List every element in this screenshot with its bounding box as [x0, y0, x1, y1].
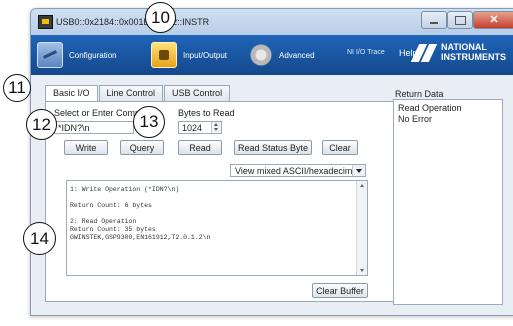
spinner-arrows-icon[interactable]	[211, 122, 221, 133]
return-data-title: Return Data	[395, 89, 444, 99]
app-icon	[38, 15, 53, 29]
callout-12: 12	[26, 109, 57, 140]
toolbar-advanced-label: Advanced	[279, 50, 315, 60]
input-output-icon	[151, 42, 177, 68]
ni-eagle-icon	[411, 44, 435, 62]
return-data-line: No Error	[398, 114, 433, 124]
tab-basic-io[interactable]: Basic I/O	[45, 85, 98, 102]
window-title: USB0::0x2184::0x001B::...::12::INSTR	[56, 17, 210, 27]
write-button[interactable]: Write	[64, 140, 108, 155]
callout-11: 11	[3, 74, 31, 102]
callout-13: 13	[133, 106, 165, 138]
toolbar-input-output[interactable]: Input/Output	[151, 35, 227, 75]
visa-interactive-window: USB0::0x2184::0x001B::...::12::INSTR ✕ C…	[30, 8, 513, 316]
callout-14: 14	[23, 222, 56, 255]
bytes-to-read-stepper[interactable]: 1024	[178, 121, 222, 134]
ni-io-trace-link[interactable]: NI I/O Trace	[347, 49, 385, 56]
callout-10: 10	[145, 2, 176, 33]
output-line: Return Count: 35 bytes	[70, 226, 156, 233]
advanced-gear-icon	[249, 43, 273, 67]
output-line: 1: Write Operation (*IDN?\n)	[70, 186, 180, 193]
minimize-button[interactable]	[421, 11, 447, 29]
return-data-line: Read Operation	[398, 103, 462, 113]
read-status-byte-button[interactable]: Read Status Byte	[234, 140, 312, 155]
read-button[interactable]: Read	[178, 140, 222, 155]
toolbar: Configuration Input/Output Advanced NI I…	[31, 35, 513, 75]
clear-button[interactable]: Clear	[322, 140, 358, 155]
command-input[interactable]: *IDN?\n	[54, 121, 134, 134]
basic-io-panel: Select or Enter Command *IDN?\n Bytes to…	[45, 101, 395, 302]
output-log[interactable]: 1: Write Operation (*IDN?\n) Return Coun…	[66, 180, 368, 276]
national-instruments-logo: NATIONAL INSTRUMENTS	[441, 42, 506, 62]
query-button[interactable]: Query	[120, 140, 164, 155]
logo-line-2: INSTRUMENTS	[441, 52, 506, 62]
output-line: GWINSTEK,GSP9300,EN161912,T2.0.1.2\n	[70, 234, 211, 241]
view-mode-value: View mixed ASCII/hexadecimal	[235, 166, 360, 176]
clear-buffer-button[interactable]: Clear Buffer	[312, 283, 368, 298]
title-bar: USB0::0x2184::0x001B::...::12::INSTR ✕	[31, 9, 513, 35]
toolbar-input-output-label: Input/Output	[183, 50, 228, 60]
logo-line-1: NATIONAL	[441, 42, 487, 52]
output-line: 2: Read Operation	[70, 218, 137, 225]
tab-line-control[interactable]: Line Control	[98, 85, 164, 101]
bytes-to-read-label: Bytes to Read	[178, 108, 235, 118]
tab-strip: Basic I/O Line Control USB Control	[45, 85, 231, 102]
close-button[interactable]: ✕	[473, 11, 513, 29]
output-line: Return Count: 6 bytes	[70, 202, 152, 209]
return-data-box: Read Operation No Error	[393, 99, 503, 305]
maximize-button[interactable]	[447, 11, 473, 29]
toolbar-configuration[interactable]: Configuration	[37, 35, 117, 75]
output-scrollbar[interactable]	[356, 181, 367, 275]
chevron-down-icon	[352, 165, 365, 176]
toolbar-configuration-label: Configuration	[69, 50, 117, 60]
view-mode-select[interactable]: View mixed ASCII/hexadecimal	[230, 164, 366, 177]
toolbar-advanced[interactable]: Advanced	[249, 35, 315, 75]
tab-usb-control[interactable]: USB Control	[164, 85, 231, 101]
configuration-icon	[37, 42, 63, 68]
bytes-to-read-value: 1024	[182, 123, 203, 133]
